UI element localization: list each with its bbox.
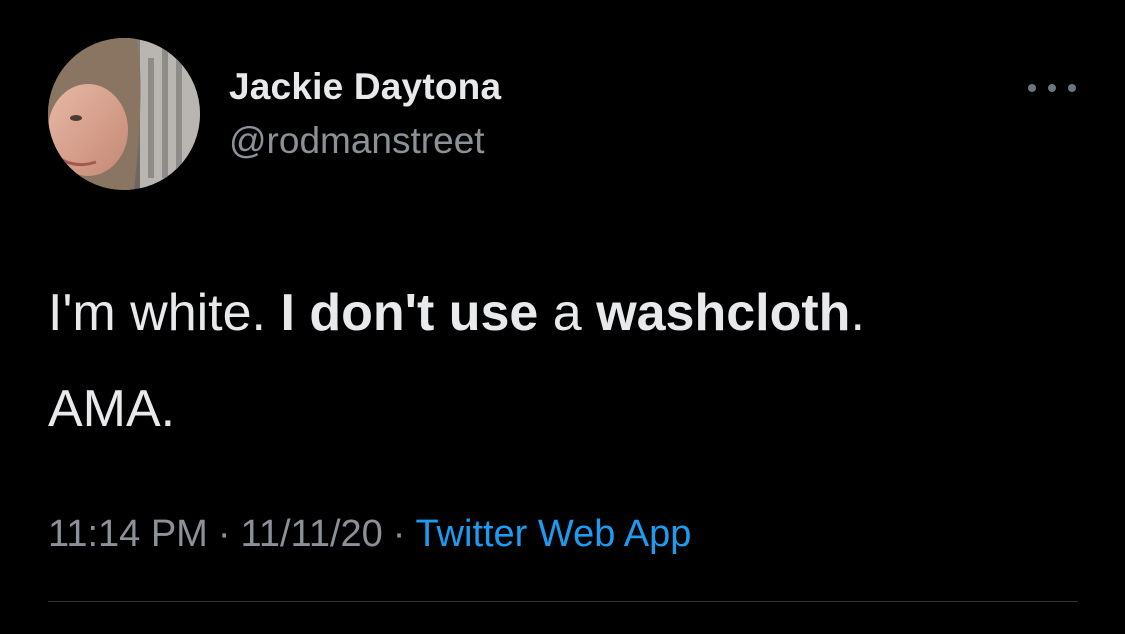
tweet-segment: a — [538, 284, 597, 342]
tweet-source-link[interactable]: Twitter Web App — [415, 513, 691, 555]
display-name[interactable]: Jackie Daytona — [229, 66, 501, 108]
profile-photo-icon — [48, 38, 200, 190]
more-dot — [1028, 84, 1036, 92]
tweet-segment: . — [850, 284, 865, 342]
tweet-line-1: I'm white. I don't use a washcloth. — [48, 265, 1088, 361]
more-dot — [1048, 84, 1056, 92]
more-horizontal-icon[interactable] — [1028, 80, 1076, 96]
more-dot — [1068, 84, 1076, 92]
tweet-segment-bold: washcloth — [596, 284, 851, 342]
divider — [48, 601, 1078, 602]
tweet-segment-bold: I don't use — [280, 284, 539, 342]
user-handle[interactable]: @rodmanstreet — [229, 120, 485, 162]
tweet-date[interactable]: 11/11/20 — [241, 513, 383, 555]
avatar[interactable] — [48, 38, 200, 190]
tweet-text: I'm white. I don't use a washcloth. AMA. — [48, 265, 1088, 457]
tweet-segment: I'm white. — [48, 284, 281, 342]
meta-separator: · — [392, 513, 406, 555]
tweet-time[interactable]: 11:14 PM — [48, 513, 208, 555]
meta-separator: · — [217, 513, 231, 555]
tweet-line-2: AMA. — [48, 380, 176, 438]
tweet-meta: 11:14 PM · 11/11/20 · Twitter Web App — [48, 513, 691, 556]
tweet: Jackie Daytona @rodmanstreet I'm white. … — [0, 0, 1125, 634]
